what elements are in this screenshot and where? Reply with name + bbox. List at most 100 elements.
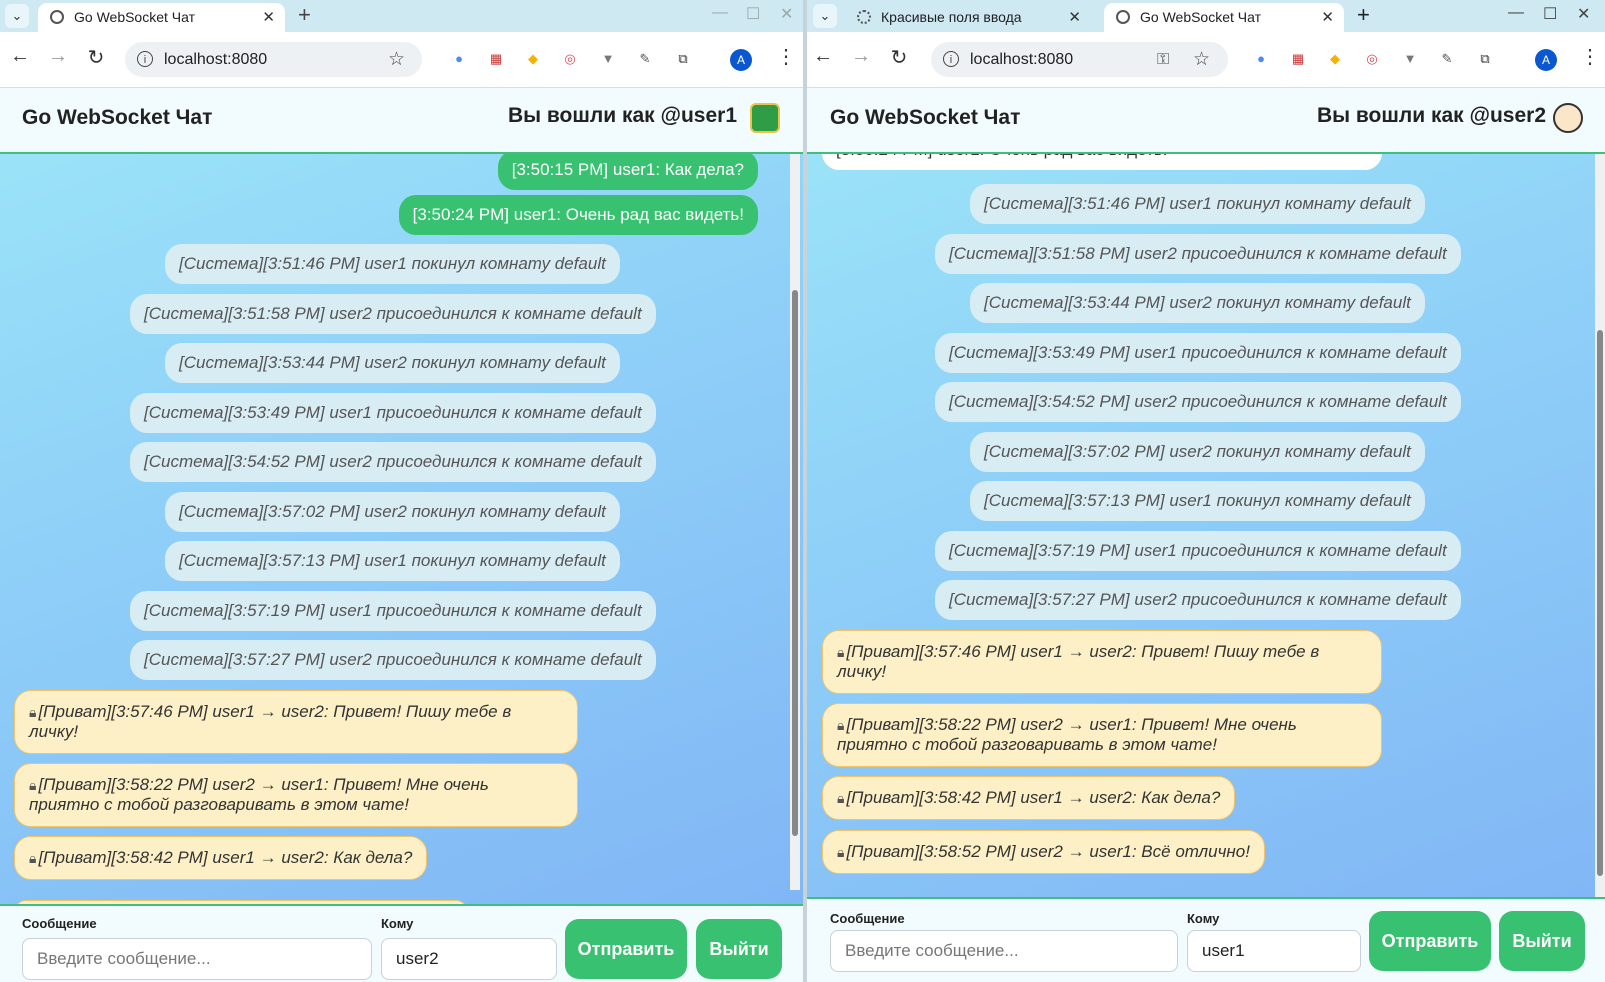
chevron-down-icon: ⌄: [11, 8, 23, 23]
extensions-puzzle-icon[interactable]: ⧉: [672, 48, 694, 70]
lock-icon: 🔒︎: [837, 790, 845, 806]
logout-button[interactable]: Выйти: [696, 919, 782, 979]
message-label: Сообщение: [22, 916, 97, 931]
minimize-icon[interactable]: —: [712, 4, 728, 22]
message-system: [Система][3:53:44 PM] user2 покинул комн…: [165, 343, 620, 383]
reload-icon[interactable]: ↻: [885, 45, 913, 70]
message-self-partial: [3:50:24 PM] user1: Очень рад вас видеть…: [822, 154, 1382, 170]
messages-scrollbar[interactable]: [1595, 154, 1605, 898]
menu-kebab-icon[interactable]: ⋮: [1580, 44, 1600, 69]
globe-icon: [1116, 10, 1130, 24]
extension-bolt-icon[interactable]: ◆: [522, 48, 544, 70]
message-system: [Система][3:57:27 PM] user2 присоединилс…: [935, 580, 1461, 620]
forward-icon[interactable]: →: [847, 45, 875, 68]
app-title: Go WebSocket Чат: [22, 106, 213, 129]
message-form: Сообщение Кому Отправить Выйти: [807, 897, 1605, 982]
extension-pen-icon[interactable]: ✎: [634, 48, 656, 70]
messages-list: [3:50:24 PM] user1: Очень рад вас видеть…: [807, 154, 1593, 896]
message-private-text: [Приват][3:58:22 PM] user2 → user1: Прив…: [29, 775, 489, 814]
extension-bolt-icon[interactable]: ◆: [1324, 48, 1346, 70]
chevron-down-icon: ⌄: [819, 8, 831, 23]
profile-avatar[interactable]: A: [730, 49, 752, 71]
message-form: Сообщение Кому Отправить Выйти: [0, 904, 803, 982]
tab-search-button[interactable]: ⌄: [813, 4, 837, 28]
user-avatar: [1553, 103, 1583, 133]
recipient-input[interactable]: [381, 938, 557, 980]
tab-strip: ⌄ Go WebSocket Чат ✕ + — ☐ ✕: [0, 0, 803, 32]
recipient-label: Кому: [381, 916, 414, 931]
tab-go-websocket[interactable]: Go WebSocket Чат ✕: [38, 3, 285, 32]
message-label: Сообщение: [830, 911, 905, 926]
extension-search-icon[interactable]: ●: [1250, 48, 1272, 70]
tab-beautiful-inputs[interactable]: Красивые поля ввода ✕: [845, 3, 1091, 32]
scrollbar-thumb[interactable]: [1597, 330, 1603, 876]
logged-in-as: Вы вошли как @user2: [1316, 104, 1546, 127]
logged-in-as: Вы вошли как @user1: [507, 104, 737, 127]
profile-avatar[interactable]: A: [1535, 49, 1557, 71]
reload-icon[interactable]: ↻: [82, 45, 110, 70]
send-button[interactable]: Отправить: [565, 919, 687, 979]
message-private: 🔒︎ [Приват][3:58:42 PM] user1 → user2: Ка…: [14, 836, 428, 880]
maximize-icon[interactable]: ☐: [746, 4, 760, 24]
new-tab-button[interactable]: +: [1357, 2, 1370, 28]
close-window-icon[interactable]: ✕: [1577, 4, 1590, 24]
browser-window-right: ⌄ Красивые поля ввода ✕ Go WebSocket Чат…: [807, 0, 1605, 982]
address-bar[interactable]: i localhost:8080 ☆: [125, 42, 422, 77]
bookmark-star-icon[interactable]: ☆: [388, 42, 405, 77]
close-tab-icon[interactable]: ✕: [1321, 3, 1334, 32]
message-private: 🔒︎ [Приват][3:58:22 PM] user2 → user1: Пр…: [822, 703, 1382, 767]
globe-icon: [50, 10, 64, 24]
logout-button[interactable]: Выйти: [1499, 911, 1585, 971]
message-private-text: [Приват][3:58:52 PM] user2 → user1: Всё …: [846, 842, 1250, 861]
password-key-icon[interactable]: ⚿: [1157, 42, 1169, 77]
maximize-icon[interactable]: ☐: [1543, 4, 1557, 24]
tab-go-websocket[interactable]: Go WebSocket Чат ✕: [1104, 3, 1344, 32]
extension-flag-icon[interactable]: ▦: [1287, 48, 1309, 70]
message-input[interactable]: [22, 938, 372, 980]
extension-v-icon[interactable]: ▼: [1399, 48, 1421, 70]
minimize-icon[interactable]: —: [1508, 4, 1524, 22]
browser-window-left: ⌄ Go WebSocket Чат ✕ + — ☐ ✕ ← → ↻ i loc…: [0, 0, 803, 982]
message-private-text: [Приват][3:58:42 PM] user1 → user2: Как …: [846, 788, 1221, 807]
extension-search-icon[interactable]: ●: [448, 48, 470, 70]
lock-icon: 🔒︎: [29, 850, 37, 866]
message-system: [Система][3:57:02 PM] user2 покинул комн…: [165, 492, 620, 532]
chat-header: Go WebSocket Чат Вы вошли как @user2: [807, 88, 1605, 154]
close-window-icon[interactable]: ✕: [780, 4, 793, 24]
address-bar[interactable]: i localhost:8080 ⚿ ☆: [931, 42, 1228, 77]
site-info-icon[interactable]: i: [137, 51, 153, 67]
extension-flag-icon[interactable]: ▦: [485, 48, 507, 70]
scrollbar-thumb[interactable]: [792, 290, 798, 836]
site-info-icon[interactable]: i: [943, 51, 959, 67]
forward-icon[interactable]: →: [44, 45, 72, 68]
message-private: 🔒︎ [Приват][3:57:46 PM] user1 → user2: Пр…: [14, 690, 578, 754]
bookmark-star-icon[interactable]: ☆: [1193, 42, 1210, 77]
message-self: [3:50:15 PM] user1: Как дела?: [497, 154, 758, 190]
message-private: 🔒︎ [Приват][3:58:52 PM] user2 → user1: Вс…: [822, 830, 1265, 874]
close-tab-icon[interactable]: ✕: [262, 3, 275, 32]
menu-kebab-icon[interactable]: ⋮: [776, 44, 796, 69]
extension-v-icon[interactable]: ▼: [597, 48, 619, 70]
extension-target-icon[interactable]: ◎: [1361, 48, 1383, 70]
extension-target-icon[interactable]: ◎: [559, 48, 581, 70]
send-button[interactable]: Отправить: [1369, 911, 1491, 971]
lock-icon: 🔒︎: [29, 777, 37, 793]
message-system: [Система][3:54:52 PM] user2 присоединилс…: [130, 442, 656, 482]
back-icon[interactable]: ←: [6, 45, 34, 68]
new-tab-button[interactable]: +: [298, 2, 311, 28]
extensions-puzzle-icon[interactable]: ⧉: [1474, 48, 1496, 70]
tab-search-button[interactable]: ⌄: [5, 4, 29, 28]
user-avatar: [750, 103, 780, 133]
back-icon[interactable]: ←: [809, 45, 837, 68]
url-text: localhost:8080: [970, 51, 1074, 68]
lock-icon: 🔒︎: [837, 717, 845, 733]
recipient-input[interactable]: [1187, 930, 1361, 972]
message-input[interactable]: [830, 930, 1178, 972]
messages-scrollbar[interactable]: [790, 154, 800, 890]
lock-icon: 🔒︎: [29, 704, 37, 720]
message-self: [3:50:24 PM] user1: Очень рад вас видеть…: [398, 195, 758, 235]
messages-list: [3:50:15 PM] user1: Как дела? [3:50:24 P…: [0, 154, 790, 904]
close-tab-icon[interactable]: ✕: [1068, 3, 1081, 32]
message-system: [Система][3:53:49 PM] user1 присоединилс…: [130, 393, 656, 433]
extension-pen-icon[interactable]: ✎: [1436, 48, 1458, 70]
